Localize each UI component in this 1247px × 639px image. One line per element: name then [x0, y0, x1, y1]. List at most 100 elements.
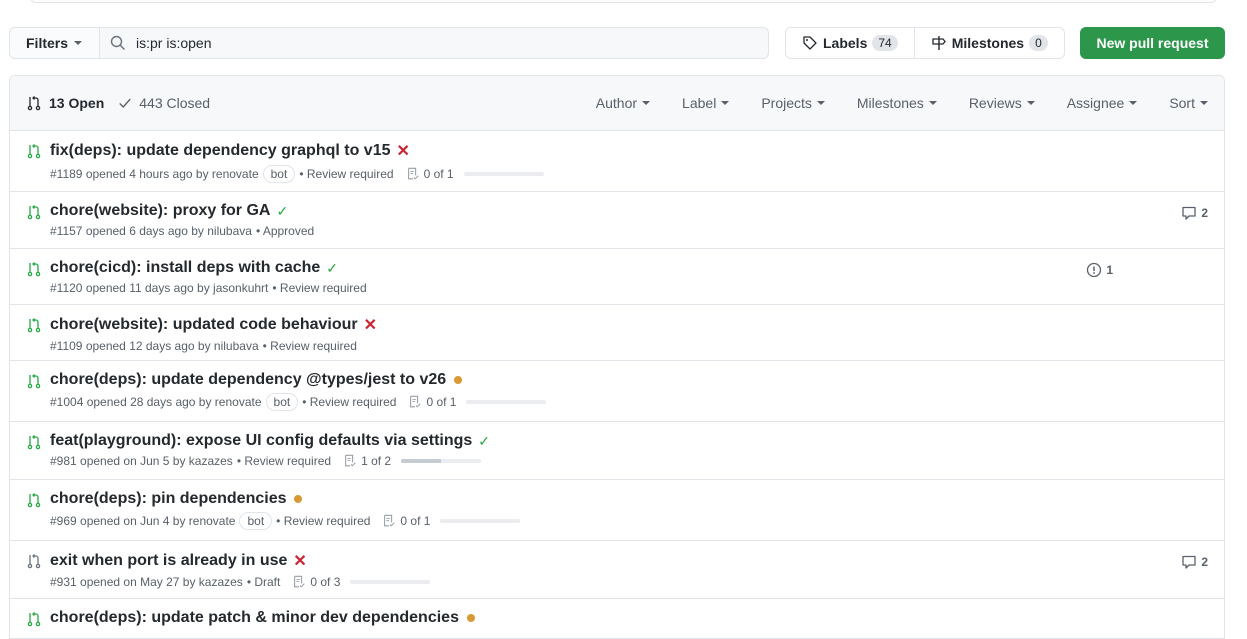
opened-info: #931 opened on May 27 by kazazes: [50, 575, 243, 589]
menu-label: Milestones: [856, 95, 924, 111]
pull-request-title[interactable]: chore(deps): update dependency @types/je…: [50, 371, 446, 389]
review-status[interactable]: • Review required: [263, 339, 357, 353]
task-progress: 0 of 1: [408, 395, 547, 409]
opened-info: #1004 opened 28 days ago by renovate: [50, 395, 262, 409]
pull-request-row: fix(deps): update dependency graphql to …: [10, 131, 1224, 192]
search-input[interactable]: [134, 34, 734, 52]
task-progress: 0 of 1: [406, 167, 544, 181]
pull-request-meta: #981 opened on Jun 5 by kazazes • Review …: [50, 454, 1208, 468]
search-box[interactable]: [100, 27, 769, 59]
bot-badge: bot: [262, 165, 296, 183]
pull-request-row: chore(deps): update dependency @types/je…: [10, 361, 1224, 422]
pull-request-title[interactable]: exit when port is already in use: [50, 552, 287, 570]
pull-request-meta: #969 opened on Jun 4 by renovate bot • Rev…: [50, 512, 1208, 530]
pending-dot-icon[interactable]: [466, 614, 475, 622]
labels-link[interactable]: Labels 74: [786, 28, 914, 58]
open-pull-request-icon: [26, 143, 42, 164]
success-check-icon[interactable]: ✓: [276, 203, 288, 220]
open-pull-request-icon: [26, 317, 42, 338]
open-filter[interactable]: 13 Open: [26, 95, 104, 111]
caret-down-icon: [816, 101, 825, 105]
menu-assignee[interactable]: Assignee: [1043, 95, 1146, 111]
pull-request-meta: #1004 opened 28 days ago by renovate bot •…: [50, 393, 1208, 411]
milestones-label: Milestones: [951, 35, 1025, 51]
pull-request-row: chore(website): updated code behaviour ✕ #…: [10, 305, 1224, 361]
pull-request-meta: #1120 opened 11 days ago by jasonkuhrt • …: [50, 281, 1208, 295]
review-status[interactable]: • Approved: [256, 224, 314, 238]
pull-request-row: chore(deps): pin dependencies #969 opened…: [10, 480, 1224, 541]
menu-author[interactable]: Author: [572, 95, 658, 111]
review-status[interactable]: • Review required: [302, 395, 396, 409]
progress-bar: [350, 580, 431, 584]
pull-request-title[interactable]: chore(cicd): install deps with cache: [50, 259, 320, 277]
menu-label[interactable]: Label: [658, 95, 737, 111]
top-container-edge: [30, 0, 1217, 3]
comment-icon: [1182, 206, 1196, 220]
filter-menus: Author Label Projects Milestones Reviews Assi…: [572, 95, 1208, 111]
issue-icon: [1087, 262, 1102, 278]
failure-x-icon[interactable]: ✕: [397, 141, 410, 161]
caret-down-icon: [1026, 101, 1035, 105]
progress-bar: [440, 519, 521, 523]
review-status[interactable]: • Review required: [299, 167, 393, 181]
milestones-count: 0: [1029, 35, 1048, 51]
draft-pull-request-icon: [26, 553, 42, 574]
pending-dot-icon[interactable]: [294, 495, 303, 503]
labels-milestones-group: Labels 74 Milestones 0: [785, 27, 1065, 59]
review-status[interactable]: • Review required: [276, 514, 370, 528]
pull-request-meta: #1109 opened 12 days ago by nilubava • Re…: [50, 339, 1208, 353]
progress-bar: [401, 459, 482, 463]
linked-issue-count: 1: [1106, 263, 1113, 277]
opened-info: #981 opened on Jun 5 by kazazes: [50, 454, 233, 468]
pull-request-icon: [27, 96, 41, 111]
menu-label: Sort: [1169, 95, 1195, 111]
pull-request-title[interactable]: feat(playground): expose UI config defau…: [50, 432, 472, 450]
failure-x-icon[interactable]: ✕: [293, 551, 306, 571]
progress-bar: [466, 400, 547, 404]
bot-badge: bot: [239, 512, 273, 530]
milestones-link[interactable]: Milestones 0: [913, 28, 1064, 58]
menu-projects[interactable]: Projects: [737, 95, 833, 111]
pull-request-row: feat(playground): expose UI config defau…: [10, 422, 1224, 480]
tasks-count: 0 of 3: [310, 575, 341, 589]
comments-link[interactable]: 2: [1181, 205, 1208, 221]
tasks-count: 0 of 1: [423, 167, 454, 181]
progress-bar: [463, 172, 544, 176]
review-status[interactable]: • Review required: [272, 281, 366, 295]
tasks-count: 0 of 1: [426, 395, 457, 409]
failure-x-icon[interactable]: ✕: [364, 315, 377, 335]
checklist-icon: [384, 514, 396, 527]
menu-milestones[interactable]: Milestones: [833, 95, 945, 111]
tasks-count: 0 of 1: [400, 514, 431, 528]
pull-request-title[interactable]: chore(deps): update patch & minor dev de…: [50, 609, 459, 627]
milestone-icon: [932, 36, 946, 50]
pull-request-meta: #931 opened on May 27 by kazazes • Draft 0…: [50, 575, 1208, 589]
closed-filter[interactable]: 443 Closed: [118, 95, 210, 111]
pull-request-title[interactable]: chore(deps): pin dependencies: [50, 490, 286, 508]
checklist-icon: [407, 167, 419, 180]
review-status[interactable]: • Draft: [247, 575, 281, 589]
pull-request-title[interactable]: chore(website): updated code behaviour: [50, 316, 358, 334]
comment-icon: [1182, 555, 1196, 569]
review-status[interactable]: • Review required: [237, 454, 331, 468]
pull-request-list: 13 Open 443 Closed Author Label Projects Mi…: [9, 75, 1225, 639]
filters-button[interactable]: Filters: [9, 27, 100, 59]
opened-info: #1109 opened 12 days ago by nilubava: [50, 339, 259, 353]
caret-down-icon: [642, 101, 651, 105]
tag-icon: [803, 36, 817, 50]
comment-count: 2: [1201, 206, 1208, 220]
success-check-icon[interactable]: ✓: [478, 433, 490, 450]
pull-request-title[interactable]: fix(deps): update dependency graphql to …: [50, 142, 391, 160]
linked-issues-link[interactable]: 1: [1086, 262, 1113, 278]
comments-link[interactable]: 2: [1181, 554, 1208, 570]
opened-info: #1189 opened 4 hours ago by renovate: [50, 167, 259, 181]
checklist-icon: [345, 454, 356, 467]
menu-reviews[interactable]: Reviews: [945, 95, 1043, 111]
menu-sort[interactable]: Sort: [1145, 95, 1208, 111]
success-check-icon[interactable]: ✓: [326, 260, 338, 277]
opened-info: #969 opened on Jun 4 by renovate: [50, 514, 236, 528]
pull-request-title[interactable]: chore(website): proxy for GA: [50, 202, 270, 220]
open-pull-request-icon: [26, 611, 42, 632]
new-pull-request-button[interactable]: New pull request: [1080, 27, 1225, 59]
pending-dot-icon[interactable]: [454, 376, 463, 384]
